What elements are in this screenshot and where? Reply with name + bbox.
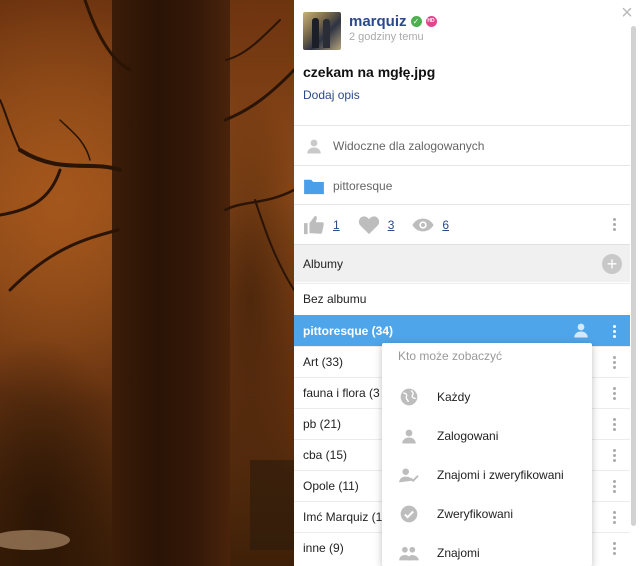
stats-row: 1 3 6 xyxy=(294,204,630,244)
more-options-icon[interactable] xyxy=(612,479,616,493)
author-block: marquiz ✓ HD 2 godziny temu xyxy=(303,12,437,50)
album-item-label: Imć Marquiz (1 xyxy=(303,510,383,524)
privacy-option-label: Znajomi i zweryfikowani xyxy=(437,467,564,482)
close-button[interactable]: × xyxy=(618,3,636,23)
people-icon xyxy=(398,542,420,564)
album-item-label: pb (21) xyxy=(303,417,342,431)
views-stat[interactable]: 6 xyxy=(412,217,449,233)
person-icon xyxy=(398,425,420,447)
check-circle-icon xyxy=(398,503,420,525)
more-options-icon[interactable] xyxy=(612,417,616,431)
privacy-option-friends[interactable]: Znajomi xyxy=(382,533,592,566)
check-circle-icon: ✓ xyxy=(410,15,422,27)
hd-badge: HD xyxy=(425,15,437,27)
more-options-icon[interactable] xyxy=(612,510,616,524)
album-row[interactable]: pittoresque xyxy=(294,165,630,205)
albums-title: Albumy xyxy=(303,256,344,271)
privacy-menu: Kto może zobaczyć Każdy Zalogowani Znajo… xyxy=(382,343,592,566)
person-icon xyxy=(303,135,325,157)
privacy-option-label: Zweryfikowani xyxy=(437,506,514,521)
album-item-label: Bez albumu xyxy=(303,292,367,306)
more-options-icon[interactable] xyxy=(612,386,616,400)
album-item-label: inne (9) xyxy=(303,541,344,555)
privacy-menu-title: Kto może zobaczyć xyxy=(398,349,503,363)
visibility-label: Widoczne dla zalogowanych xyxy=(333,138,485,153)
albums-header: Albumy + xyxy=(294,244,630,282)
album-item-bez-albumu[interactable]: Bez albumu xyxy=(294,283,630,314)
more-options-icon[interactable] xyxy=(612,324,616,338)
visibility-row[interactable]: Widoczne dla zalogowanych xyxy=(294,125,630,165)
privacy-option-everyone[interactable]: Każdy xyxy=(382,377,592,416)
privacy-option-label: Każdy xyxy=(437,389,471,404)
more-options-icon[interactable] xyxy=(612,541,616,555)
likes-stat[interactable]: 1 xyxy=(303,215,340,235)
avatar[interactable] xyxy=(303,12,341,50)
more-options-icon[interactable] xyxy=(612,448,616,462)
privacy-option-label: Zalogowani xyxy=(437,428,499,443)
globe-icon xyxy=(398,386,420,408)
hearts-stat[interactable]: 3 xyxy=(358,215,395,235)
album-item-label: Art (33) xyxy=(303,355,344,369)
album-item-label: pittoresque (34) xyxy=(303,324,394,338)
album-item-label: cba (15) xyxy=(303,448,348,462)
album-label: pittoresque xyxy=(333,178,393,193)
album-item-label: Opole (11) xyxy=(303,479,359,493)
views-count[interactable]: 6 xyxy=(442,218,449,232)
privacy-option-verified[interactable]: Zweryfikowani xyxy=(382,494,592,533)
thumbs-up-icon xyxy=(304,215,324,234)
folder-icon xyxy=(303,175,325,197)
album-item-pittoresque[interactable]: pittoresque (34) xyxy=(294,315,630,346)
tree-branches xyxy=(0,0,294,550)
person-check-icon xyxy=(398,464,420,486)
privacy-option-friends-verified[interactable]: Znajomi i zweryfikowani xyxy=(382,455,592,494)
plus-icon[interactable]: + xyxy=(602,253,622,274)
author-name[interactable]: marquiz xyxy=(349,13,407,30)
hearts-count[interactable]: 3 xyxy=(388,218,395,232)
album-item-label: fauna i flora (3 xyxy=(303,386,380,400)
more-options-icon[interactable] xyxy=(612,355,616,369)
privacy-option-label: Znajomi xyxy=(437,545,480,560)
photo-viewer[interactable] xyxy=(0,0,294,566)
person-icon[interactable] xyxy=(572,321,590,342)
heart-icon xyxy=(358,215,379,234)
eye-icon xyxy=(412,218,434,231)
scrollbar[interactable] xyxy=(631,26,636,526)
likes-count[interactable]: 1 xyxy=(333,218,340,232)
add-description-link[interactable]: Dodaj opis xyxy=(303,88,360,102)
more-options-icon[interactable] xyxy=(612,218,616,231)
post-time: 2 godziny temu xyxy=(349,31,424,43)
privacy-option-logged-in[interactable]: Zalogowani xyxy=(382,416,592,455)
photo-title: czekam na mgłę.jpg xyxy=(303,64,436,80)
